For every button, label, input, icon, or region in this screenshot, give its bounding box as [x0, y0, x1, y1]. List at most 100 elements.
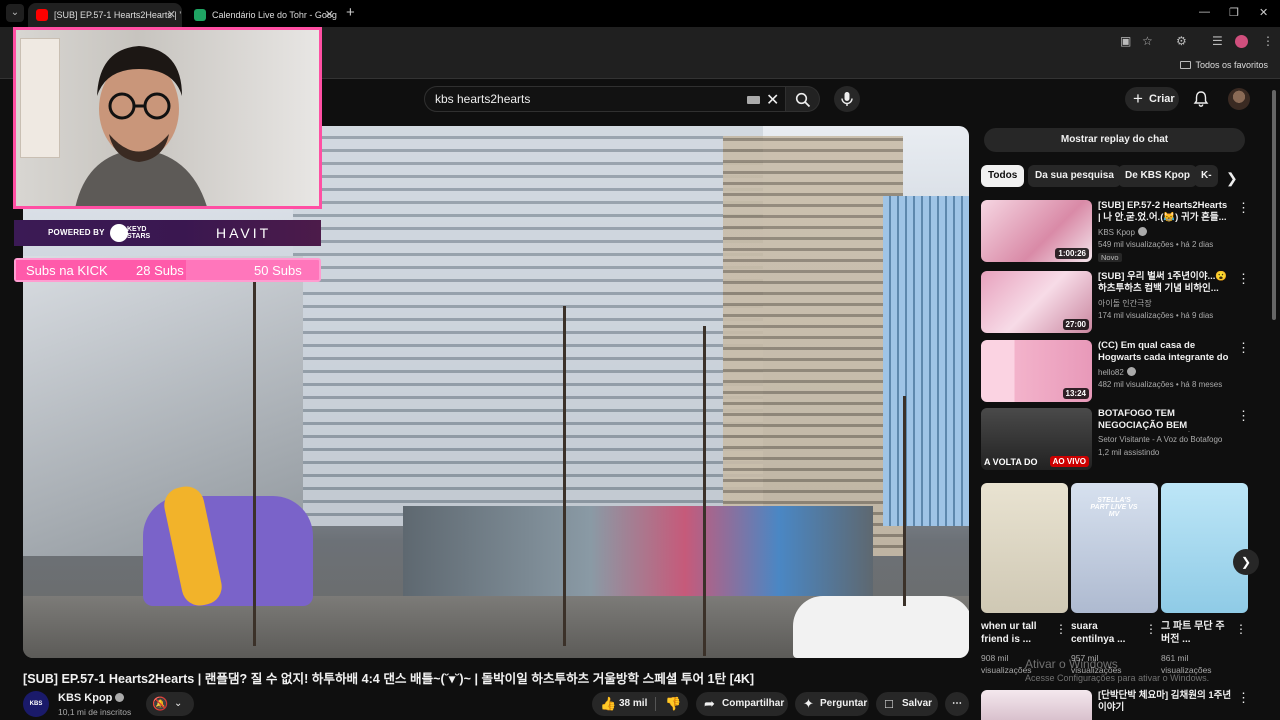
more-vert-icon[interactable]: ⋮: [1055, 622, 1067, 636]
rec-title[interactable]: [SUB] 우리 벌써 1주년이야...😮 하츠투하츠 컴백 기념 비하인...: [1098, 271, 1230, 295]
keyd-stars-logo-icon: [110, 224, 128, 242]
close-tab-icon[interactable]: ✕: [325, 3, 334, 27]
account-avatar[interactable]: [1228, 88, 1250, 110]
chip-from-channel[interactable]: De KBS Kpop: [1118, 165, 1197, 187]
all-bookmarks[interactable]: Todos os favoritos: [1180, 60, 1268, 70]
recommendation-item[interactable]: 27:00 [SUB] 우리 벌써 1주년이야...😮 하츠투하츠 컴백 기념 …: [981, 271, 1251, 333]
more-vert-icon[interactable]: ⋮: [1237, 408, 1250, 424]
browser-menu-icon[interactable]: ⋮: [1262, 34, 1274, 48]
notifications-bell-icon[interactable]: [1192, 90, 1210, 108]
folder-icon: [1180, 61, 1192, 69]
extensions-icon[interactable]: ⚙: [1176, 34, 1187, 48]
create-button[interactable]: + Criar: [1125, 87, 1179, 111]
search-button[interactable]: [786, 86, 820, 112]
thumbs-down-icon: 👎: [665, 696, 682, 711]
tab-calendar[interactable]: Calendário Live do Tohr - Goog ✕: [186, 3, 340, 27]
short-thumbnail[interactable]: [1161, 483, 1248, 613]
share-button[interactable]: ➦ Compartilhar: [696, 692, 788, 716]
short-thumbnail[interactable]: STELLA'S PART LIVE VS MV: [1071, 483, 1158, 613]
rec-channel[interactable]: Setor Visitante - A Voz do Botafogo: [1098, 435, 1222, 444]
subs-current: 28 Subs: [136, 263, 184, 278]
subs-goal-bar: Subs na KICK 28 Subs 50 Subs: [14, 258, 321, 282]
more-vert-icon[interactable]: ⋮: [1237, 271, 1250, 287]
tab-label: [SUB] EP.57-1 Hearts2Hearts | ’: [54, 10, 182, 20]
video-thumbnail[interactable]: 13:24: [981, 340, 1092, 402]
live-badge: AO VIVO: [1049, 456, 1089, 467]
restore-icon[interactable]: ❐: [1229, 6, 1239, 19]
bookmark-star-icon[interactable]: ☆: [1142, 34, 1153, 48]
video-thumbnail[interactable]: A VOLTA DO AO VIVO: [981, 408, 1092, 470]
keyd-stars-label: KEYD STARS: [127, 226, 150, 240]
media-icon[interactable]: ☰: [1212, 34, 1223, 48]
voice-search-button[interactable]: [834, 86, 860, 112]
rec-title[interactable]: (CC) Em qual casa de Hogwarts cada integ…: [1098, 340, 1230, 364]
chip-k[interactable]: K-: [1194, 165, 1218, 187]
video-thumbnail[interactable]: 1:00:26: [981, 200, 1092, 262]
short-title[interactable]: 그 파트 무단 주 버전 ...: [1161, 620, 1233, 646]
like-button[interactable]: 👍 38 mil 👎: [592, 692, 688, 716]
building-glass: [883, 196, 969, 526]
short-thumbnail[interactable]: [981, 483, 1068, 613]
rec-meta: 549 mil visualizações • há 2 dias: [1098, 240, 1214, 249]
short-title[interactable]: when ur tall friend is ...: [981, 620, 1053, 646]
subscription-bell-button[interactable]: 🔕 ⌄: [146, 692, 194, 716]
chevron-right-icon[interactable]: ❯: [1226, 170, 1238, 187]
sparkle-icon: ✦: [803, 696, 814, 711]
tab-search-icon[interactable]: ⌄: [6, 4, 24, 22]
rec-title[interactable]: [단박단박 체요마] 김채원의 1주년 이야기: [1098, 690, 1233, 714]
like-divider: [655, 697, 656, 711]
rec-channel[interactable]: 아이돌 인간극장: [1098, 298, 1152, 309]
clear-search-icon[interactable]: ✕: [766, 90, 779, 110]
tab-label: Calendário Live do Tohr - Goog: [212, 10, 337, 20]
more-vert-icon[interactable]: ⋮: [1237, 340, 1250, 356]
profile-icon[interactable]: [1235, 35, 1248, 48]
sponsor-banner: POWERED BY KEYD STARS HAVIT: [14, 220, 321, 246]
channel-name[interactable]: KBS Kpop: [58, 692, 125, 704]
browser-tabstrip: ⌄ [SUB] EP.57-1 Hearts2Hearts | ’ ✕ Cale…: [0, 0, 1280, 27]
channel-name-text: KBS Kpop: [58, 692, 113, 704]
rec-channel[interactable]: KBS Kpop: [1098, 227, 1147, 237]
windows-activation-subtitle: Acesse Configurações para ativar o Windo…: [1025, 673, 1210, 683]
close-window-icon[interactable]: ✕: [1259, 6, 1268, 19]
close-tab-icon[interactable]: ✕: [167, 3, 176, 27]
recommendation-item[interactable]: 13:24 (CC) Em qual casa de Hogwarts cada…: [981, 340, 1251, 402]
short-item[interactable]: when ur tall friend is ... 908 mil visua…: [981, 483, 1068, 675]
show-chat-replay-button[interactable]: Mostrar replay do chat: [984, 128, 1245, 152]
page-scrollbar[interactable]: [1272, 90, 1276, 320]
more-vert-icon[interactable]: ⋮: [1237, 690, 1250, 706]
streamer-person: [75, 46, 207, 206]
rec-channel[interactable]: hello82: [1098, 367, 1136, 377]
tab-youtube[interactable]: [SUB] EP.57-1 Hearts2Hearts | ’ ✕: [28, 3, 182, 27]
tree-trunk: [903, 396, 906, 606]
minimize-icon[interactable]: —: [1199, 6, 1210, 18]
more-horiz-icon: ⋯: [952, 698, 962, 709]
chevron-down-icon: ⌄: [174, 698, 183, 709]
video-thumbnail[interactable]: [981, 690, 1092, 720]
rec-title[interactable]: [SUB] EP.57-2 Hearts2Hearts | 나 안.굳.었.어.…: [1098, 200, 1230, 224]
save-button[interactable]: □ Salvar: [876, 692, 938, 716]
chip-from-search[interactable]: Da sua pesquisa: [1028, 165, 1121, 187]
keyboard-icon[interactable]: [747, 96, 760, 104]
chevron-right-icon: ❯: [1240, 555, 1252, 569]
recommendation-item[interactable]: 1:00:26 [SUB] EP.57-2 Hearts2Hearts | 나 …: [981, 200, 1251, 262]
channel-avatar[interactable]: KBS KPOP: [23, 691, 49, 717]
recommendation-item[interactable]: A VOLTA DO AO VIVO BOTAFOGO TEM NEGOCIAÇ…: [981, 408, 1251, 470]
cast-icon[interactable]: ▣: [1120, 34, 1131, 48]
more-vert-icon[interactable]: ⋮: [1237, 200, 1250, 216]
create-label: Criar: [1149, 93, 1175, 105]
short-item[interactable]: STELLA'S PART LIVE VS MV suara centilnya…: [1071, 483, 1158, 675]
more-vert-icon[interactable]: ⋮: [1145, 622, 1157, 636]
video-thumbnail[interactable]: 27:00: [981, 271, 1092, 333]
chip-all[interactable]: Todos: [981, 165, 1025, 187]
new-tab-icon[interactable]: +: [346, 4, 355, 21]
ask-button[interactable]: ✦ Perguntar: [795, 692, 869, 716]
shorts-next-button[interactable]: ❯: [1233, 549, 1259, 575]
short-item[interactable]: 그 파트 무단 주 버전 ... 861 mil visualizações ⋮: [1161, 483, 1248, 675]
verified-icon: [1137, 227, 1147, 236]
search-input[interactable]: [435, 92, 725, 106]
thumbnail-caption: A VOLTA DO: [984, 457, 1038, 467]
more-vert-icon[interactable]: ⋮: [1235, 622, 1247, 636]
short-title[interactable]: suara centilnya ...: [1071, 620, 1143, 646]
more-actions-button[interactable]: ⋯: [945, 692, 969, 716]
rec-title[interactable]: BOTAFOGO TEM NEGOCIAÇÃO BEM ADIANTADA PO…: [1098, 408, 1230, 432]
